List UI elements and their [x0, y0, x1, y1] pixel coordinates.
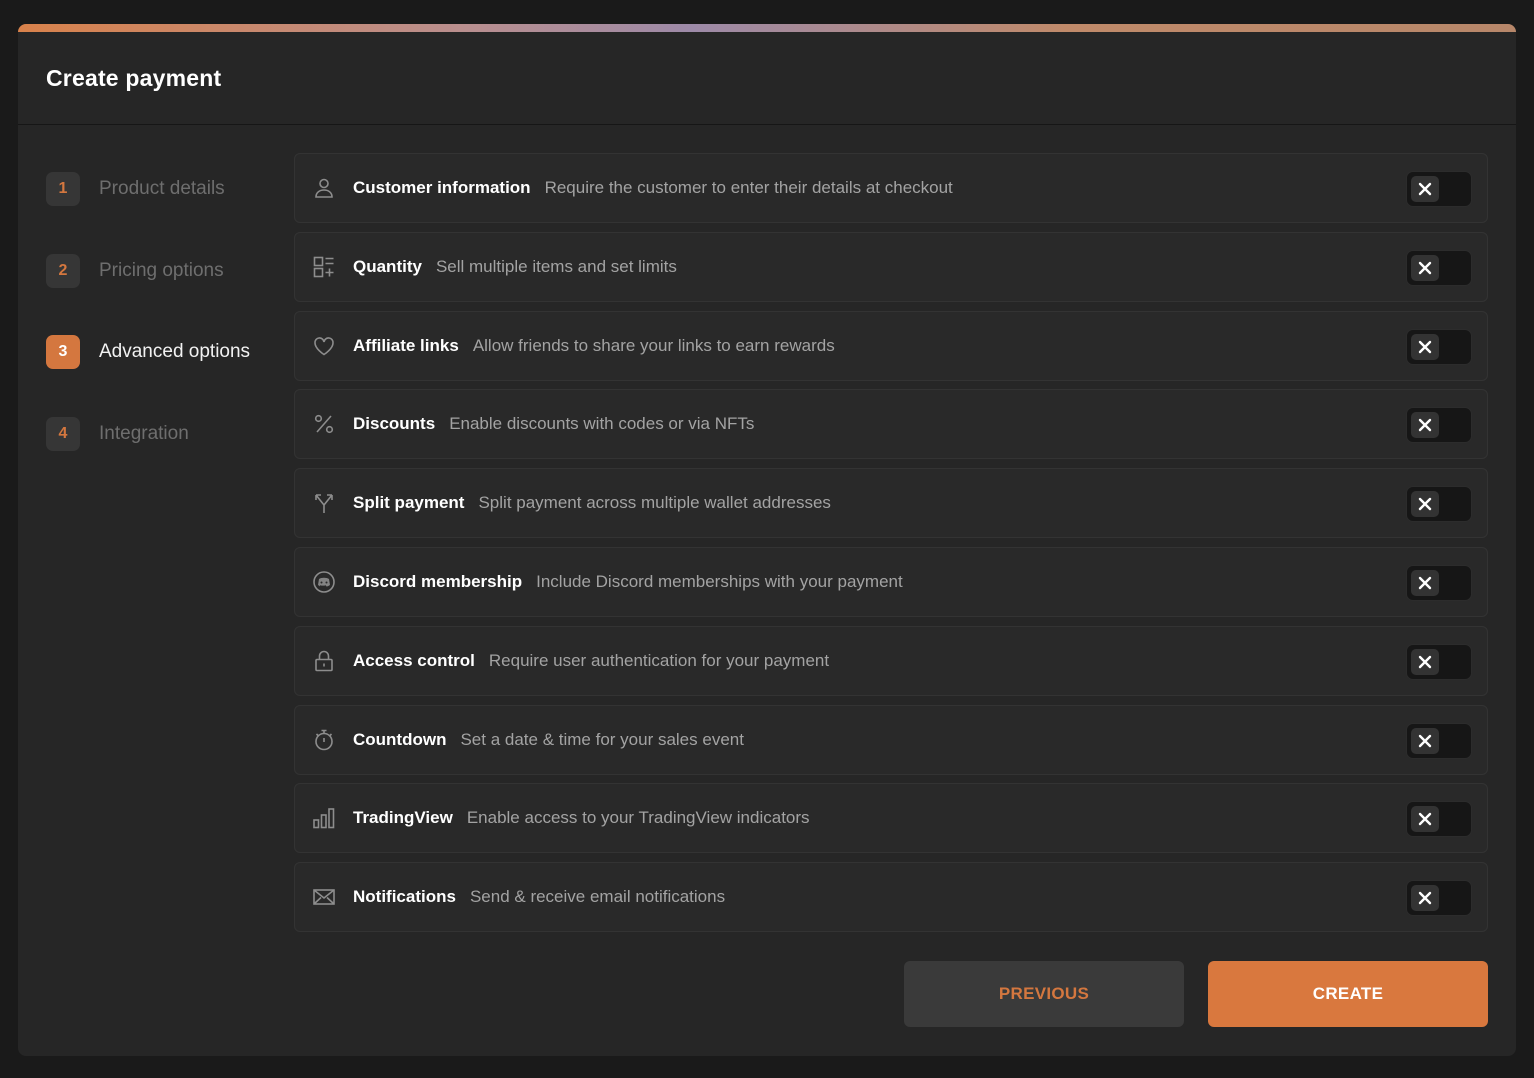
- split-arrows-icon: [312, 491, 336, 515]
- notifications-toggle[interactable]: [1406, 880, 1472, 917]
- option-countdown: Countdown Set a date & time for your sal…: [294, 704, 1488, 775]
- toggle-knob: [1411, 333, 1439, 360]
- option-title: TradingView: [353, 808, 453, 828]
- option-description: Require the customer to enter their deta…: [544, 178, 953, 197]
- option-tradingview: TradingView Enable access to your Tradin…: [294, 783, 1488, 854]
- close-icon: [1418, 340, 1432, 354]
- option-description: Enable discounts with codes or via NFTs: [449, 414, 755, 434]
- affiliate-links-toggle[interactable]: [1406, 328, 1472, 365]
- option-description: Set a date & time for your sales event: [460, 729, 744, 749]
- lock-icon: [312, 649, 336, 673]
- step-product-details[interactable]: 1 Product details: [46, 172, 296, 206]
- option-notifications: Notifications Send & receive email notif…: [294, 862, 1488, 933]
- close-icon: [1418, 734, 1432, 748]
- toggle-knob: [1411, 254, 1439, 281]
- user-icon: [312, 176, 336, 200]
- close-icon: [1418, 182, 1432, 196]
- option-quantity: Quantity Sell multiple items and set lim…: [294, 231, 1488, 302]
- close-icon: [1418, 891, 1432, 905]
- advanced-options-list: Customer information Require the custome…: [294, 153, 1488, 941]
- step-label: Pricing options: [99, 259, 224, 281]
- step-number: 3: [46, 335, 80, 369]
- quantity-grid-icon: [312, 255, 336, 279]
- close-icon: [1418, 261, 1432, 275]
- discounts-toggle[interactable]: [1406, 407, 1472, 444]
- customer-information-toggle[interactable]: [1406, 171, 1472, 207]
- option-title: Countdown: [353, 729, 447, 749]
- steps-sidebar: 1 Product details 2 Pricing options 3 Ad…: [46, 172, 296, 498]
- split-payment-toggle[interactable]: [1406, 486, 1472, 523]
- option-description: Require user authentication for your pay…: [488, 650, 830, 670]
- envelope-icon: [312, 885, 336, 909]
- create-button[interactable]: CREATE: [1208, 961, 1488, 1027]
- option-discord-membership: Discord membership Include Discord membe…: [294, 546, 1488, 617]
- countdown-toggle[interactable]: [1406, 722, 1472, 759]
- previous-button[interactable]: PREVIOUS: [904, 961, 1184, 1027]
- option-description: Include Discord memberships with your pa…: [536, 571, 903, 591]
- step-advanced-options[interactable]: 3 Advanced options: [46, 335, 296, 369]
- option-description: Enable access to your TradingView indica…: [466, 808, 810, 828]
- option-description: Sell multiple items and set limits: [435, 256, 677, 276]
- discord-icon: [312, 570, 336, 594]
- percent-icon: [312, 412, 336, 436]
- option-title: Quantity: [353, 256, 422, 276]
- step-label: Advanced options: [99, 341, 251, 362]
- option-title: Access control: [353, 650, 475, 670]
- access-control-toggle[interactable]: [1406, 643, 1472, 680]
- create-payment-modal: Create payment 1 Product details 2 Prici…: [18, 24, 1516, 1056]
- step-label: Integration: [99, 422, 189, 444]
- discord-membership-toggle[interactable]: [1406, 564, 1472, 601]
- accent-gradient-bar: [18, 24, 1516, 32]
- step-number: 4: [46, 416, 80, 451]
- step-label: Product details: [99, 178, 225, 199]
- option-title: Notifications: [353, 887, 456, 907]
- toggle-knob: [1411, 412, 1439, 439]
- bar-chart-icon: [312, 806, 336, 830]
- tradingview-toggle[interactable]: [1406, 801, 1472, 838]
- option-title: Discounts: [353, 414, 436, 434]
- option-title: Affiliate links: [353, 335, 459, 355]
- modal-header: Create payment: [18, 32, 1516, 125]
- option-access-control: Access control Require user authenticati…: [294, 625, 1488, 696]
- option-discounts: Discounts Enable discounts with codes or…: [294, 389, 1488, 460]
- stopwatch-icon: [312, 728, 336, 752]
- step-integration[interactable]: 4 Integration: [46, 416, 296, 451]
- toggle-knob: [1411, 727, 1439, 754]
- option-title: Split payment: [353, 493, 465, 513]
- modal-title: Create payment: [46, 64, 222, 91]
- close-icon: [1418, 576, 1432, 590]
- close-icon: [1418, 418, 1432, 432]
- heart-icon: [312, 334, 336, 358]
- close-icon: [1418, 812, 1432, 826]
- toggle-knob: [1411, 491, 1439, 518]
- option-description: Split payment across multiple wallet add…: [478, 493, 831, 513]
- option-description: Allow friends to share your links to ear…: [472, 335, 835, 355]
- step-number: 2: [46, 253, 80, 288]
- option-title: Customer information: [353, 178, 531, 197]
- close-icon: [1418, 497, 1432, 511]
- option-affiliate-links: Affiliate links Allow friends to share y…: [294, 310, 1488, 381]
- option-title: Discord membership: [353, 571, 523, 591]
- option-description: Send & receive email notifications: [469, 887, 726, 907]
- toggle-knob: [1411, 569, 1439, 596]
- close-icon: [1418, 655, 1432, 669]
- step-pricing-options[interactable]: 2 Pricing options: [46, 253, 296, 288]
- toggle-knob: [1411, 885, 1439, 912]
- option-split-payment: Split payment Split payment across multi…: [294, 468, 1488, 539]
- option-customer-information: Customer information Require the custome…: [294, 153, 1488, 223]
- toggle-knob: [1411, 806, 1439, 833]
- toggle-knob: [1411, 648, 1439, 675]
- toggle-knob: [1411, 176, 1439, 202]
- step-number: 1: [46, 172, 80, 206]
- quantity-toggle[interactable]: [1406, 249, 1472, 286]
